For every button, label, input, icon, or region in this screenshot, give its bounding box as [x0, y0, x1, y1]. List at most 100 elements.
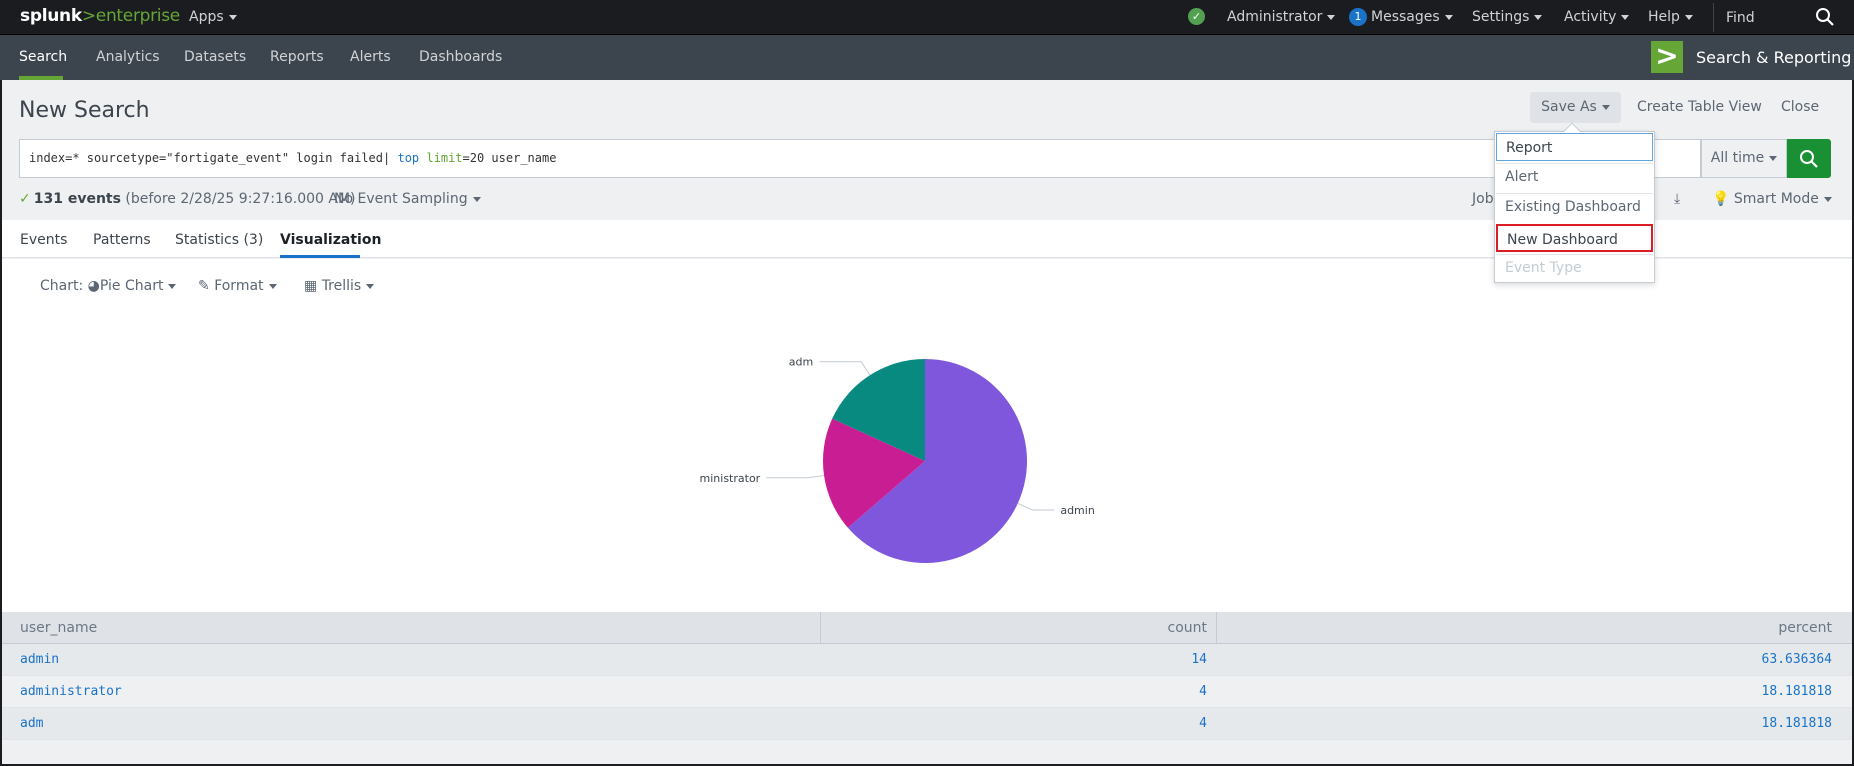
chart-type-prefix: Chart: [40, 278, 84, 294]
chevron-down-icon [1444, 14, 1453, 20]
app-title[interactable]: Search & Reporting [1696, 48, 1851, 67]
event-sampling-menu[interactable]: No Event Sampling [334, 191, 481, 207]
query-segment-tail: =20 user_name [462, 151, 557, 165]
event-sampling-label: No Event Sampling [334, 191, 468, 207]
search-mode-label: Smart Mode [1733, 191, 1819, 207]
apps-menu[interactable]: Apps [189, 9, 237, 25]
check-icon: ✓ [19, 191, 31, 207]
apps-menu-label: Apps [189, 9, 224, 25]
tab-statistics[interactable]: Statistics (3) [175, 232, 263, 248]
format-label: Format [214, 278, 264, 294]
cell-user-name[interactable]: adm [20, 716, 43, 731]
tab-events[interactable]: Events [20, 232, 67, 248]
chevron-down-icon [168, 283, 177, 289]
nav-datasets[interactable]: Datasets [184, 49, 246, 65]
save-as-button[interactable]: Save As [1530, 92, 1621, 123]
settings-menu-label: Settings [1472, 9, 1530, 25]
statistics-table: user_name count percent admin 14 63.6363… [2, 612, 1852, 740]
logo-text: splunk [20, 6, 82, 26]
nav-alerts[interactable]: Alerts [350, 49, 391, 65]
search-icon [1800, 150, 1818, 168]
tab-visualization[interactable]: Visualization [280, 232, 381, 248]
health-ok-icon[interactable]: ✓ [1188, 8, 1205, 25]
trellis-menu[interactable]: ▦ Trellis [304, 278, 375, 294]
export-icon[interactable]: ⤓ [1674, 191, 1680, 207]
chart-type-menu[interactable]: Chart: ◕Pie Chart [40, 278, 177, 294]
cell-count[interactable]: 4 [1199, 716, 1207, 731]
table-row: admin 14 63.636364 [2, 644, 1852, 676]
menu-item-existing-dashboard[interactable]: Existing Dashboard [1496, 193, 1653, 221]
close-button[interactable]: Close [1781, 99, 1819, 115]
chevron-down-icon [1534, 14, 1543, 20]
find-input[interactable]: Find [1713, 3, 1843, 32]
column-header-percent[interactable]: percent [1778, 620, 1832, 636]
app-logo-icon: > [1651, 41, 1683, 73]
lightbulb-icon: 💡 [1712, 191, 1730, 207]
page-title: New Search [19, 98, 150, 123]
format-menu[interactable]: ✎ Format [198, 278, 277, 294]
cell-count[interactable]: 14 [1191, 652, 1207, 667]
cell-percent[interactable]: 18.181818 [1762, 716, 1832, 731]
cell-user-name[interactable]: admin [20, 652, 59, 667]
table-header-row: user_name count percent [2, 612, 1852, 644]
menu-item-new-dashboard[interactable]: New Dashboard [1496, 224, 1653, 252]
cell-percent[interactable]: 63.636364 [1762, 652, 1832, 667]
chevron-down-icon [268, 283, 277, 289]
activity-menu[interactable]: Activity [1564, 9, 1630, 25]
column-divider [1216, 612, 1217, 644]
time-range-label: All time [1710, 150, 1765, 166]
nav-dashboards[interactable]: Dashboards [419, 49, 502, 65]
nav-reports[interactable]: Reports [270, 49, 324, 65]
time-range-picker[interactable]: All time [1701, 139, 1787, 178]
logo-enterprise: enterprise [95, 6, 180, 26]
search-input[interactable]: index=* sourcetype="fortigate_event" log… [19, 139, 1701, 178]
search-icon[interactable] [1815, 7, 1835, 27]
user-menu-label: Administrator [1227, 9, 1323, 25]
app-bar: Search Analytics Datasets Reports Alerts… [0, 35, 1854, 80]
help-menu[interactable]: Help [1648, 9, 1693, 25]
activity-menu-label: Activity [1564, 9, 1617, 25]
event-count-status: ✓ 131 events (before 2/28/25 9:27:16.000 … [19, 191, 356, 207]
cell-user-name[interactable]: administrator [20, 684, 122, 699]
tab-patterns[interactable]: Patterns [93, 232, 151, 248]
menu-item-report[interactable]: Report [1496, 133, 1653, 161]
cell-percent[interactable]: 18.181818 [1762, 684, 1832, 699]
search-button[interactable] [1787, 139, 1831, 178]
menu-item-event-type: Event Type [1505, 260, 1582, 276]
tab-active-underline [280, 255, 360, 258]
logo-gt: > [81, 6, 96, 26]
query-command: top [397, 151, 420, 165]
messages-menu-label: Messages [1371, 9, 1440, 25]
messages-count-badge: 1 [1349, 8, 1367, 26]
column-divider [820, 612, 821, 644]
chart-type-label: Pie Chart [99, 278, 164, 294]
messages-menu[interactable]: 1 Messages [1349, 8, 1453, 26]
help-menu-label: Help [1648, 9, 1680, 25]
chevron-down-icon [366, 283, 375, 289]
event-count: 131 events [33, 191, 121, 207]
menu-item-alert[interactable]: Alert [1496, 163, 1653, 191]
column-header-count[interactable]: count [1168, 620, 1208, 636]
user-menu[interactable]: Administrator [1227, 9, 1336, 25]
chevron-down-icon [1769, 155, 1778, 161]
cell-count[interactable]: 4 [1199, 684, 1207, 699]
table-row: adm 4 18.181818 [2, 708, 1852, 740]
pie-label-adm: adm [789, 356, 813, 369]
job-menu[interactable]: Job [1472, 191, 1494, 207]
settings-menu[interactable]: Settings [1472, 9, 1543, 25]
table-row: administrator 4 18.181818 [2, 676, 1852, 708]
splunk-logo[interactable]: splunk>enterprise [20, 6, 180, 26]
search-mode-menu[interactable]: 💡 Smart Mode [1712, 191, 1832, 207]
nav-search[interactable]: Search [19, 49, 67, 65]
nav-analytics[interactable]: Analytics [96, 49, 160, 65]
save-as-dropdown-menu: Report Alert Existing Dashboard New Dash… [1494, 122, 1655, 283]
pie-label-admin: admin [1060, 504, 1094, 517]
column-header-user-name[interactable]: user_name [20, 620, 97, 636]
create-table-view-button[interactable]: Create Table View [1637, 99, 1762, 115]
chevron-down-icon [1621, 14, 1630, 20]
chevron-down-icon [1823, 196, 1832, 202]
pie-label-administrator: administrator [700, 472, 761, 485]
grid-icon: ▦ [304, 278, 318, 294]
pie-leader-line [819, 361, 871, 376]
chevron-down-icon [228, 14, 237, 20]
